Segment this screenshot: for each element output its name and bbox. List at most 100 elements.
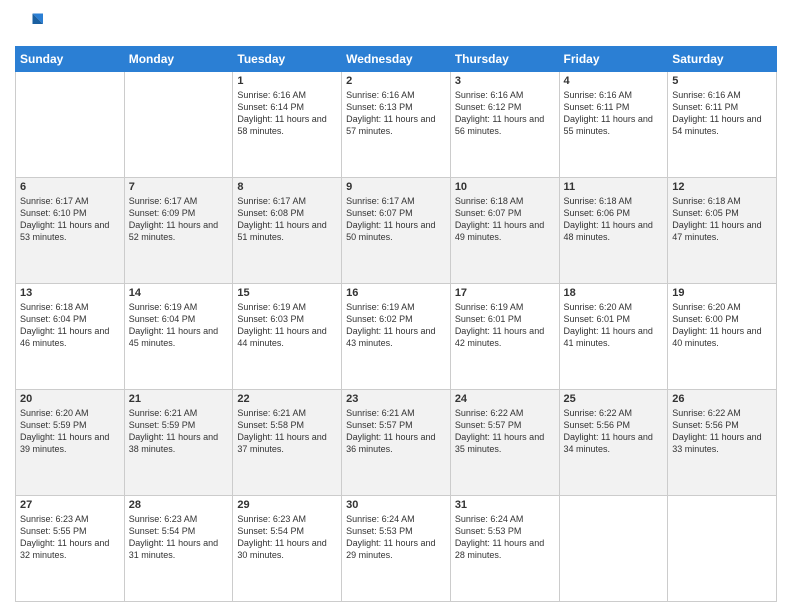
col-header-monday: Monday <box>124 47 233 72</box>
cell-info: Sunrise: 6:16 AM Sunset: 6:11 PM Dayligh… <box>564 89 664 138</box>
cell-info: Sunrise: 6:20 AM Sunset: 5:59 PM Dayligh… <box>20 407 120 456</box>
day-number: 24 <box>455 393 555 405</box>
day-number: 9 <box>346 181 446 193</box>
calendar-cell: 6 Sunrise: 6:17 AM Sunset: 6:10 PM Daylig… <box>16 178 125 284</box>
cell-info: Sunrise: 6:19 AM Sunset: 6:02 PM Dayligh… <box>346 301 446 350</box>
calendar-cell: 14Sunrise: 6:19 AM Sunset: 6:04 PM Dayli… <box>124 284 233 390</box>
calendar-cell: 24 Sunrise: 6:22 AM Sunset: 5:57 PM Dayli… <box>450 390 559 496</box>
day-number: 16 <box>346 287 446 299</box>
page: SundayMondayTuesdayWednesdayThursdayFrid… <box>0 0 792 612</box>
day-number: 21 <box>129 393 229 405</box>
col-header-sunday: Sunday <box>16 47 125 72</box>
day-number: 26 <box>672 393 772 405</box>
cell-info: Sunrise: 6:17 AM Sunset: 6:07 PM Dayligh… <box>346 195 446 244</box>
calendar-cell <box>16 72 125 178</box>
day-number: 2 <box>346 75 446 87</box>
calendar-cell: 29 Sunrise: 6:23 AM Sunset: 5:54 PM Dayli… <box>233 496 342 602</box>
cell-info: Sunrise: 6:24 AM Sunset: 5:53 PM Dayligh… <box>455 513 555 562</box>
cell-info: Sunrise: 6:18 AM Sunset: 6:06 PM Dayligh… <box>564 195 664 244</box>
logo <box>15 10 47 38</box>
calendar-cell: 4 Sunrise: 6:16 AM Sunset: 6:11 PM Daylig… <box>559 72 668 178</box>
calendar-table: SundayMondayTuesdayWednesdayThursdayFrid… <box>15 46 777 602</box>
cell-info: Sunrise: 6:23 AM Sunset: 5:54 PM Dayligh… <box>237 513 337 562</box>
calendar-cell: 10 Sunrise: 6:18 AM Sunset: 6:07 PM Dayli… <box>450 178 559 284</box>
calendar-cell: 12 Sunrise: 6:18 AM Sunset: 6:05 PM Dayli… <box>668 178 777 284</box>
cell-info: Sunrise: 6:16 AM Sunset: 6:12 PM Dayligh… <box>455 89 555 138</box>
day-number: 17 <box>455 287 555 299</box>
logo-icon <box>15 10 43 38</box>
day-number: 12 <box>672 181 772 193</box>
calendar-cell: 3 Sunrise: 6:16 AM Sunset: 6:12 PM Daylig… <box>450 72 559 178</box>
cell-info: Sunrise: 6:16 AM Sunset: 6:14 PM Dayligh… <box>237 89 337 138</box>
day-number: 15 <box>237 287 337 299</box>
calendar-cell: 20 Sunrise: 6:20 AM Sunset: 5:59 PM Dayli… <box>16 390 125 496</box>
day-number: 20 <box>20 393 120 405</box>
day-number: 18 <box>564 287 664 299</box>
cell-info: Sunrise: 6:22 AM Sunset: 5:56 PM Dayligh… <box>564 407 664 456</box>
cell-info: Sunrise: 6:24 AM Sunset: 5:53 PM Dayligh… <box>346 513 446 562</box>
calendar-cell: 19 Sunrise: 6:20 AM Sunset: 6:00 PM Dayli… <box>668 284 777 390</box>
calendar-cell: 28 Sunrise: 6:23 AM Sunset: 5:54 PM Dayli… <box>124 496 233 602</box>
col-header-thursday: Thursday <box>450 47 559 72</box>
day-number: 5 <box>672 75 772 87</box>
cell-info: Sunrise: 6:20 AM Sunset: 6:01 PM Dayligh… <box>564 301 664 350</box>
cell-info: Sunrise: 6:16 AM Sunset: 6:11 PM Dayligh… <box>672 89 772 138</box>
day-number: 8 <box>237 181 337 193</box>
cell-info: Sunrise: 6:23 AM Sunset: 5:54 PM Dayligh… <box>129 513 229 562</box>
cell-info: Sunrise: 6:22 AM Sunset: 5:56 PM Dayligh… <box>672 407 772 456</box>
cell-info: Sunrise: 6:23 AM Sunset: 5:55 PM Dayligh… <box>20 513 120 562</box>
cell-info: Sunrise: 6:18 AM Sunset: 6:04 PM Dayligh… <box>20 301 120 350</box>
day-number: 25 <box>564 393 664 405</box>
cell-info: Sunrise: 6:16 AM Sunset: 6:13 PM Dayligh… <box>346 89 446 138</box>
day-number: 10 <box>455 181 555 193</box>
cell-info: Sunrise: 6:21 AM Sunset: 5:58 PM Dayligh… <box>237 407 337 456</box>
cell-info: Sunrise: 6:19 AM Sunset: 6:03 PM Dayligh… <box>237 301 337 350</box>
day-number: 6 <box>20 181 120 193</box>
cell-info: Sunrise: 6:20 AM Sunset: 6:00 PM Dayligh… <box>672 301 772 350</box>
day-number: 13 <box>20 287 120 299</box>
cell-info: Sunrise: 6:21 AM Sunset: 5:57 PM Dayligh… <box>346 407 446 456</box>
col-header-tuesday: Tuesday <box>233 47 342 72</box>
cell-info: Sunrise: 6:19 AM Sunset: 6:01 PM Dayligh… <box>455 301 555 350</box>
day-number: 11 <box>564 181 664 193</box>
calendar-cell: 27Sunrise: 6:23 AM Sunset: 5:55 PM Dayli… <box>16 496 125 602</box>
day-number: 4 <box>564 75 664 87</box>
calendar-cell: 7 Sunrise: 6:17 AM Sunset: 6:09 PM Daylig… <box>124 178 233 284</box>
calendar-cell: 21 Sunrise: 6:21 AM Sunset: 5:59 PM Dayli… <box>124 390 233 496</box>
day-number: 28 <box>129 499 229 511</box>
calendar-cell: 11 Sunrise: 6:18 AM Sunset: 6:06 PM Dayli… <box>559 178 668 284</box>
day-number: 23 <box>346 393 446 405</box>
calendar-cell <box>124 72 233 178</box>
cell-info: Sunrise: 6:18 AM Sunset: 6:07 PM Dayligh… <box>455 195 555 244</box>
day-number: 19 <box>672 287 772 299</box>
cell-info: Sunrise: 6:18 AM Sunset: 6:05 PM Dayligh… <box>672 195 772 244</box>
header <box>15 10 777 38</box>
calendar-cell: 13 Sunrise: 6:18 AM Sunset: 6:04 PM Dayli… <box>16 284 125 390</box>
calendar-cell: 30 Sunrise: 6:24 AM Sunset: 5:53 PM Dayli… <box>342 496 451 602</box>
cell-info: Sunrise: 6:17 AM Sunset: 6:10 PM Dayligh… <box>20 195 120 244</box>
calendar-cell: 26 Sunrise: 6:22 AM Sunset: 5:56 PM Dayli… <box>668 390 777 496</box>
day-number: 22 <box>237 393 337 405</box>
cell-info: Sunrise: 6:19 AM Sunset: 6:04 PM Dayligh… <box>129 301 229 350</box>
calendar-cell: 18 Sunrise: 6:20 AM Sunset: 6:01 PM Dayli… <box>559 284 668 390</box>
cell-info: Sunrise: 6:21 AM Sunset: 5:59 PM Dayligh… <box>129 407 229 456</box>
calendar-cell <box>559 496 668 602</box>
calendar-cell: 1 Sunrise: 6:16 AM Sunset: 6:14 PM Daylig… <box>233 72 342 178</box>
day-number: 29 <box>237 499 337 511</box>
day-number: 1 <box>237 75 337 87</box>
day-number: 3 <box>455 75 555 87</box>
calendar-cell: 31 Sunrise: 6:24 AM Sunset: 5:53 PM Dayli… <box>450 496 559 602</box>
col-header-wednesday: Wednesday <box>342 47 451 72</box>
calendar-cell: 8Sunrise: 6:17 AM Sunset: 6:08 PM Daylig… <box>233 178 342 284</box>
cell-info: Sunrise: 6:17 AM Sunset: 6:09 PM Dayligh… <box>129 195 229 244</box>
calendar-cell: 25 Sunrise: 6:22 AM Sunset: 5:56 PM Dayli… <box>559 390 668 496</box>
calendar-cell: 5 Sunrise: 6:16 AM Sunset: 6:11 PM Daylig… <box>668 72 777 178</box>
day-number: 30 <box>346 499 446 511</box>
day-number: 7 <box>129 181 229 193</box>
cell-info: Sunrise: 6:22 AM Sunset: 5:57 PM Dayligh… <box>455 407 555 456</box>
day-number: 31 <box>455 499 555 511</box>
col-header-friday: Friday <box>559 47 668 72</box>
calendar-cell: 2 Sunrise: 6:16 AM Sunset: 6:13 PM Daylig… <box>342 72 451 178</box>
calendar-cell: 22 Sunrise: 6:21 AM Sunset: 5:58 PM Dayli… <box>233 390 342 496</box>
col-header-saturday: Saturday <box>668 47 777 72</box>
